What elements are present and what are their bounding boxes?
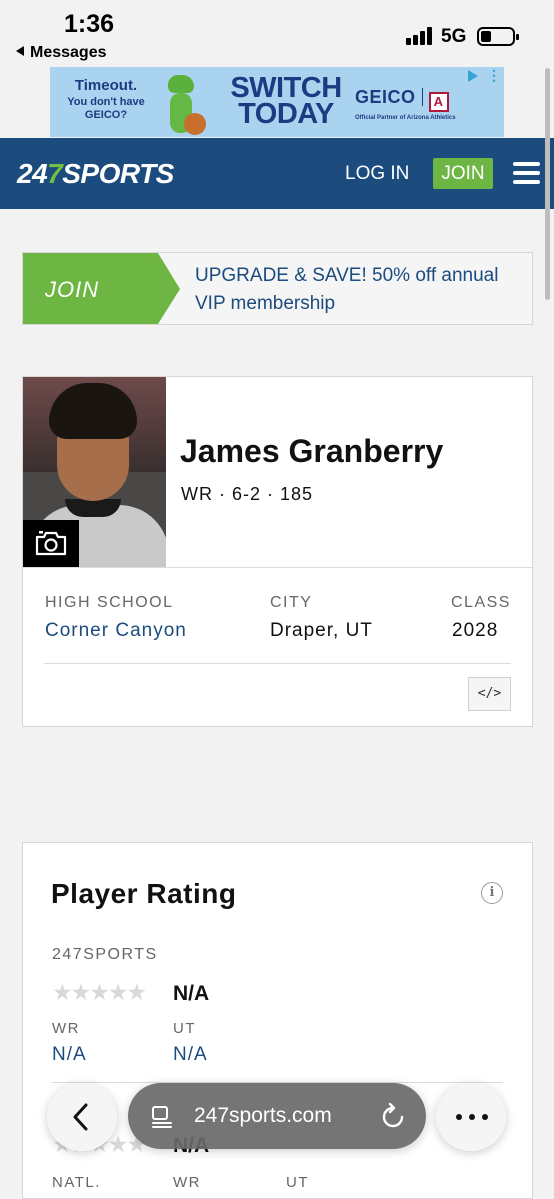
more-vertical-icon[interactable]: • • • [492,67,496,86]
gecko-mascot-image [160,73,210,137]
rank-label-ut: UT [173,1020,196,1037]
star-icon: ★ [126,979,148,1005]
rating-source-label: 247SPORTS [52,946,158,963]
upgrade-join-label: JOIN [45,277,100,302]
reload-icon[interactable] [381,1103,405,1129]
rank-value-wr[interactable]: N/A [52,1044,87,1066]
address-bar[interactable]: 247sports.com [128,1083,426,1149]
logo-prefix: 24 [17,158,48,189]
star-icon: ★ [89,979,110,1005]
player-meta: WR · 6-2 · 185 [181,484,314,504]
join-button[interactable]: JOIN [433,158,493,189]
star-rating: ★★★★★ [52,979,148,1006]
upgrade-banner[interactable]: JOIN UPGRADE & SAVE! 50% off annual VIP … [22,252,533,325]
ad-choices-icon[interactable] [468,70,478,82]
site-logo[interactable]: 247SPORTS [17,158,174,190]
high-school-link[interactable]: Corner Canyon [45,620,187,642]
rating-title: Player Rating [51,878,237,909]
chevron-left-icon [73,1103,88,1131]
player-name: James Granberry [180,433,444,469]
ad-left-text: Timeout. You don't have GEICO? [62,77,150,122]
network-label: 5G [441,26,467,47]
rank-label-natl: NATL. [52,1174,101,1191]
url-text[interactable]: 247sports.com [194,1104,332,1128]
signal-icon [406,27,434,45]
rating-value: N/A [173,982,210,1005]
upgrade-join-arrow[interactable]: JOIN [23,253,180,324]
status-time: 1:36 [64,10,115,38]
city-value: Draper, UT [270,620,373,641]
back-to-messages[interactable]: Messages [16,44,107,62]
tabs-icon[interactable] [150,1105,174,1129]
more-options-button[interactable] [436,1083,506,1151]
high-school-label: HIGH SCHOOL [45,594,174,611]
ad-subline: You don't have GEICO? [67,96,145,121]
class-value: 2028 [452,620,499,641]
ad-partner-text: Official Partner of Arizona Athletics [355,115,456,121]
divider [44,663,511,664]
class-label: CLASS [451,594,511,611]
star-icon: ★ [52,979,73,1005]
upgrade-text[interactable]: UPGRADE & SAVE! 50% off annual VIP membe… [195,262,530,318]
player-card: James Granberry WR · 6-2 · 185 HIGH SCHO… [22,376,533,727]
divider [23,567,532,568]
info-icon[interactable]: i [481,882,503,904]
rank-label-ut: UT [286,1174,309,1191]
ad-main-text: SWITCH TODAY [230,72,342,130]
back-app-label: Messages [30,44,107,61]
battery-icon [477,27,519,46]
hamburger-menu-icon[interactable] [513,162,540,184]
arizona-logo: A [428,92,449,112]
ad-brand: GEICO A Official Partner of Arizona Athle… [355,87,485,121]
browser-back-button[interactable] [47,1083,117,1151]
rank-label-wr: WR [52,1020,80,1037]
logo-suffix: SPORTS [62,158,174,189]
page-scrollbar[interactable] [545,68,550,300]
star-icon: ★ [107,979,129,1005]
back-triangle-icon [16,46,24,56]
login-link[interactable]: LOG IN [345,163,409,185]
rank-label-wr: WR [173,1174,201,1191]
site-header: 247SPORTS LOG IN JOIN [0,138,554,209]
logo-seven: 7 [47,158,63,189]
status-bar: 1:36 Messages 5G [0,0,554,66]
star-icon: ★ [70,979,92,1005]
rank-value-ut[interactable]: N/A [173,1044,208,1066]
camera-icon[interactable] [23,520,79,567]
more-horizontal-icon [456,1114,488,1120]
city-label: CITY [270,594,313,611]
ad-headline: Timeout. [74,77,138,94]
embed-code-button[interactable]: </> [468,677,511,711]
geico-ad-banner[interactable]: Timeout. You don't have GEICO? SWITCH TO… [50,67,504,137]
geico-logo: GEICO [355,87,416,107]
